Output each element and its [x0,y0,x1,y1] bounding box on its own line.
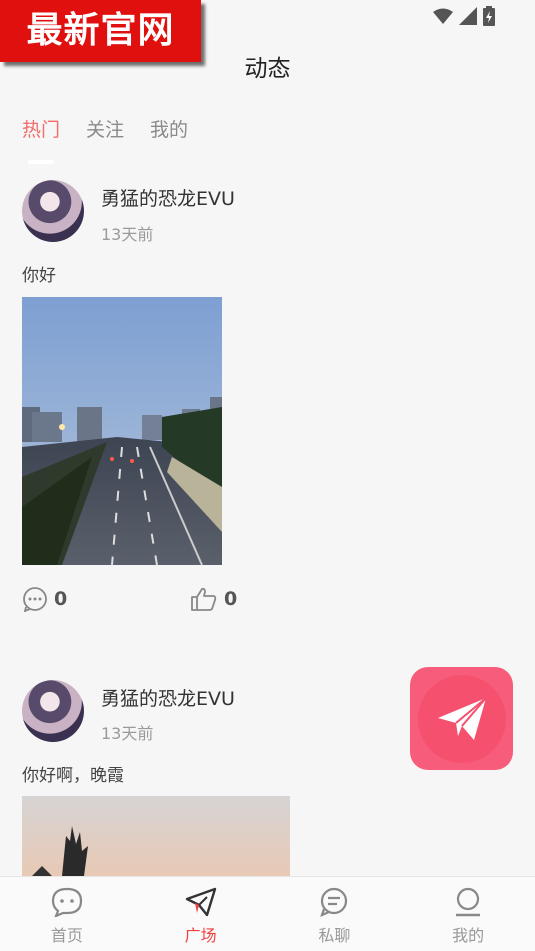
wifi-icon [433,8,453,24]
post-author[interactable]: 勇猛的恐龙EVU [101,684,235,711]
comment-count: 0 [54,588,68,610]
publish-fab[interactable] [410,667,513,770]
post-content: 你好啊，晚霞 [22,766,124,786]
comment-button[interactable]: 0 [22,586,67,612]
person-icon [451,885,485,919]
post-time: 13天前 [101,724,154,743]
city-road-photo [22,297,222,565]
status-icons [433,6,495,26]
signal-icon [459,7,477,25]
post-time: 13天前 [101,225,154,244]
nav-label: 广场 [184,926,217,945]
avatar[interactable] [22,680,84,742]
post-content: 你好 [22,266,56,286]
tab-mine[interactable]: 我的 [150,115,188,152]
tab-following[interactable]: 关注 [86,115,124,152]
nav-mine[interactable]: 我的 [401,877,535,951]
nav-label: 首页 [50,926,83,945]
nav-label: 我的 [452,926,485,945]
tab-hot[interactable]: 热门 [22,115,60,164]
battery-icon [483,6,495,26]
post-card[interactable]: 勇猛的恐龙EVU 13天前 你好 0 0 [0,180,535,620]
like-button[interactable]: 0 [190,586,237,612]
sunset-photo [22,796,290,876]
post-image[interactable] [22,297,222,565]
bottom-navigation: 首页 广场 私聊 我的 [0,876,535,951]
post-actions: 0 0 [22,586,262,616]
watermark-banner: 最新官网 [0,0,201,62]
nav-home[interactable]: 首页 [0,877,134,951]
message-icon [317,885,351,919]
comment-icon [23,587,47,612]
thumbs-up-icon [191,587,217,611]
feed-tabs: 热门 关注 我的 [22,115,188,164]
paper-plane-icon [437,696,487,740]
nav-private-chat[interactable]: 私聊 [268,877,402,951]
post-image[interactable] [22,796,290,876]
fab-inner [417,674,506,763]
chat-bubble-icon [50,885,84,919]
nav-label: 私聊 [318,926,351,945]
paper-plane-icon [184,885,218,919]
nav-square[interactable]: 广场 [134,877,268,951]
post-author[interactable]: 勇猛的恐龙EVU [101,184,235,211]
like-count: 0 [224,588,238,610]
avatar[interactable] [22,180,84,242]
